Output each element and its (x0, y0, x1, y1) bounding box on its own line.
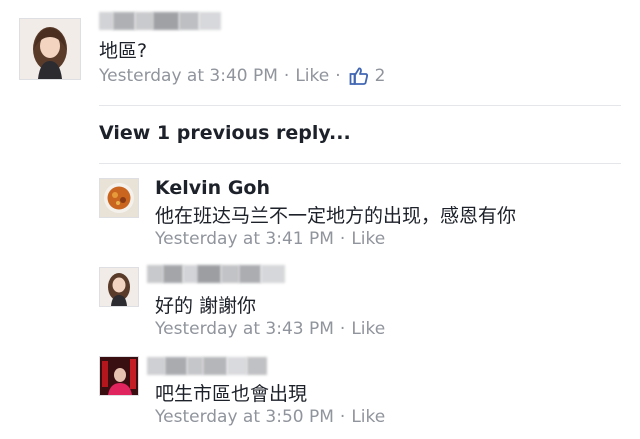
divider (99, 105, 621, 106)
person-photo-red (100, 357, 138, 395)
reply-like-button[interactable]: Like (351, 319, 385, 339)
comment-author-name-blurred[interactable] (99, 12, 221, 30)
woman-profile-photo (20, 19, 80, 79)
reply-author-name[interactable]: Kelvin Goh (155, 177, 270, 199)
comment-like-count[interactable]: 2 (375, 66, 386, 86)
reply-author-name-blurred[interactable] (147, 265, 285, 283)
meta-separator: · (339, 319, 346, 339)
reply-author-avatar[interactable] (99, 178, 139, 218)
reply-meta: Yesterday at 3:43 PM · Like (155, 319, 385, 339)
reply-text: 他在班达马兰不一定地方的出现，感恩有你 (155, 205, 517, 227)
reply-like-button[interactable]: Like (351, 407, 385, 427)
meta-separator: · (335, 66, 341, 86)
reply-author-avatar[interactable] (99, 356, 139, 396)
comment-like-button[interactable]: Like (295, 66, 329, 86)
reply-text: 好的 謝謝你 (155, 295, 257, 317)
comment-author-avatar[interactable] (19, 18, 81, 80)
meta-separator: · (339, 229, 346, 249)
reply-text: 吧生市區也會出現 (155, 383, 308, 405)
meta-separator: · (339, 407, 346, 427)
comment-meta: Yesterday at 3:40 PM · Like · 2 (99, 66, 385, 86)
reply-timestamp[interactable]: Yesterday at 3:41 PM (155, 229, 334, 249)
comment-timestamp[interactable]: Yesterday at 3:40 PM (99, 66, 278, 86)
reply-author-name-blurred[interactable] (147, 357, 267, 375)
meta-separator: · (283, 66, 290, 86)
thumbs-up-icon[interactable] (349, 66, 369, 86)
divider (99, 163, 621, 164)
food-bowl-photo (100, 179, 138, 217)
woman-profile-photo (100, 268, 138, 306)
reply-meta: Yesterday at 3:50 PM · Like (155, 407, 385, 427)
reply-meta: Yesterday at 3:41 PM · Like (155, 229, 385, 249)
comment-text: 地區? (99, 40, 148, 62)
reply-timestamp[interactable]: Yesterday at 3:50 PM (155, 407, 334, 427)
reply-like-button[interactable]: Like (351, 229, 385, 249)
reply-timestamp[interactable]: Yesterday at 3:43 PM (155, 319, 334, 339)
view-previous-replies-link[interactable]: View 1 previous reply... (99, 122, 351, 144)
reply-author-avatar[interactable] (99, 267, 139, 307)
